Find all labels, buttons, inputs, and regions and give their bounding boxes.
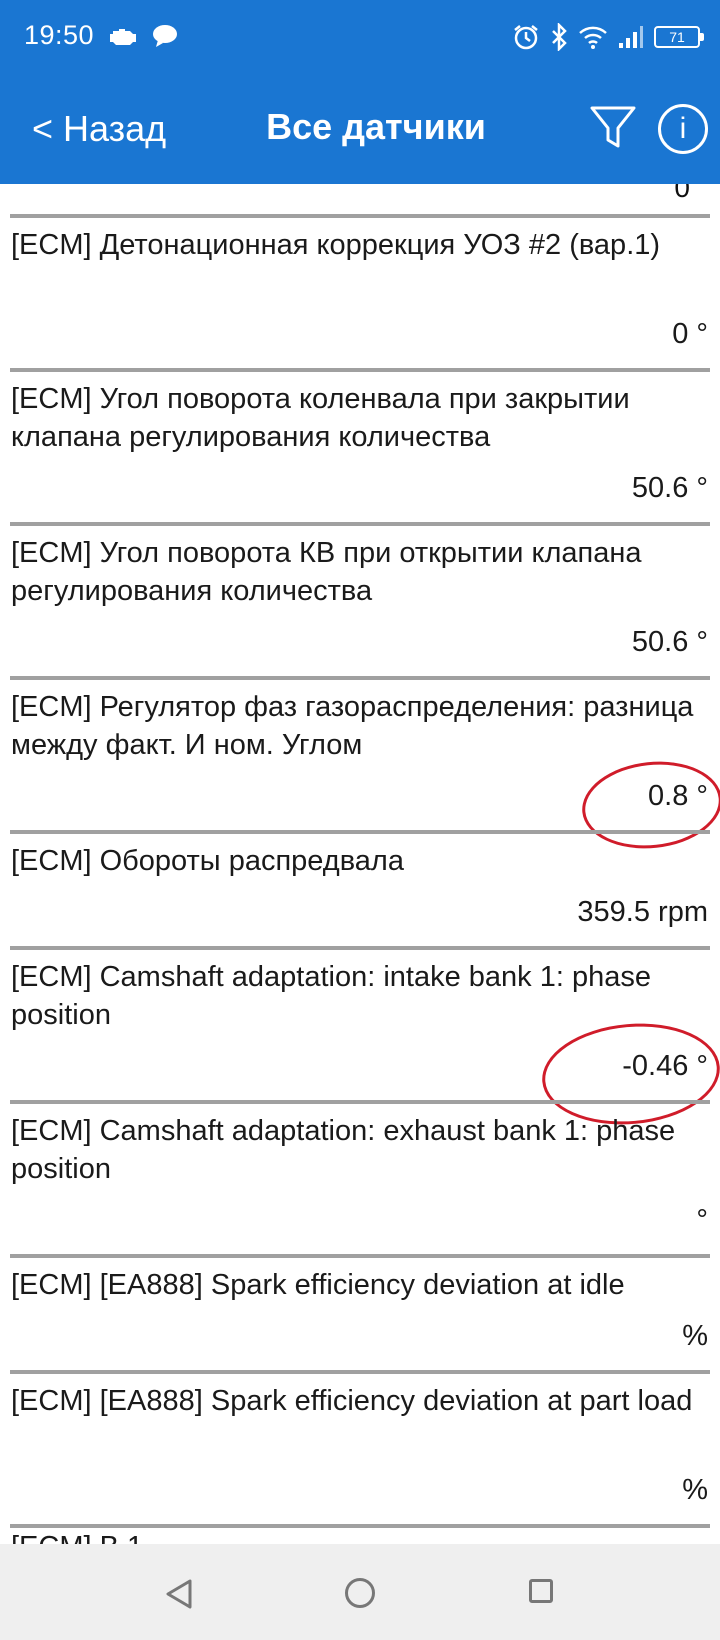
sensor-value: 50.6 ° (631, 472, 708, 504)
sensor-item[interactable]: [ECM] Детонационная коррекция УОЗ #2 (ва… (0, 218, 720, 368)
sensor-label: [ECM] Регулятор фаз газораспределения: р… (11, 691, 694, 761)
sensor-value: % (682, 1474, 708, 1506)
status-time: 19:50 (24, 20, 95, 50)
sensor-item[interactable]: [ECM] Обороты распредвала 359.5 rpm (0, 834, 720, 946)
sensor-label: [ECM] Camshaft adaptation: intake bank 1… (11, 961, 651, 1031)
wifi-icon (579, 26, 607, 49)
sensor-label: [ECM] [EA888] Spark efficiency deviation… (11, 1269, 625, 1301)
partial-item-value: 0 (674, 184, 690, 203)
sensor-label: [ECM] Camshaft adaptation: exhaust bank … (11, 1115, 676, 1185)
sensor-value: 0 ° (672, 318, 708, 350)
battery-icon: 71 (654, 26, 704, 48)
sensor-value: ° (696, 1204, 708, 1236)
sensor-item[interactable]: [ECM] Угол поворота КВ при открытии клап… (0, 526, 720, 676)
nav-home-circle-icon[interactable] (345, 1578, 375, 1608)
sensor-label: [ECM] [EA888] Spark efficiency deviation… (11, 1385, 693, 1417)
nav-recent-square-icon[interactable] (529, 1579, 553, 1603)
alarm-icon (514, 25, 538, 50)
app-header: 19:50 71 < Назад Все датчики i (0, 0, 720, 184)
sensor-value: 50.6 ° (631, 626, 708, 658)
sensor-list[interactable]: 0 [ECM] Детонационная коррекция УОЗ #2 (… (0, 184, 720, 1544)
sensor-label: [ECM] Обороты распредвала (11, 845, 404, 877)
sensor-value: % (682, 1320, 708, 1352)
partial-sensor-label: [ECM] В 1 (11, 1528, 143, 1544)
signal-icon (619, 26, 643, 48)
sensor-item[interactable]: [ECM] Camshaft adaptation: exhaust bank … (0, 1104, 720, 1254)
engine-icon (110, 29, 136, 45)
sensor-label: [ECM] Угол поворота коленвала при закрыт… (11, 383, 630, 453)
sensor-item[interactable]: [ECM] Угол поворота коленвала при закрыт… (0, 372, 720, 522)
sensor-label: [ECM] Детонационная коррекция УОЗ #2 (ва… (11, 229, 661, 261)
bluetooth-icon (552, 23, 567, 51)
info-icon[interactable]: i (658, 104, 708, 154)
navigation-bar: < Назад Все датчики i (0, 82, 720, 172)
chat-bubble-icon (153, 25, 177, 47)
sensor-label: [ECM] Угол поворота КВ при открытии клап… (11, 537, 642, 607)
sensor-item[interactable]: [ECM] [EA888] Spark efficiency deviation… (0, 1374, 720, 1524)
nav-back-triangle-icon[interactable] (164, 1578, 194, 1610)
filter-icon[interactable] (588, 102, 638, 152)
sensor-item[interactable]: [ECM] [EA888] Spark efficiency deviation… (0, 1258, 720, 1370)
status-icons: 71 (512, 22, 704, 52)
sensor-value: 359.5 rpm (577, 896, 708, 928)
status-bar: 19:50 71 (0, 0, 720, 72)
system-navigation-bar (0, 1544, 720, 1640)
